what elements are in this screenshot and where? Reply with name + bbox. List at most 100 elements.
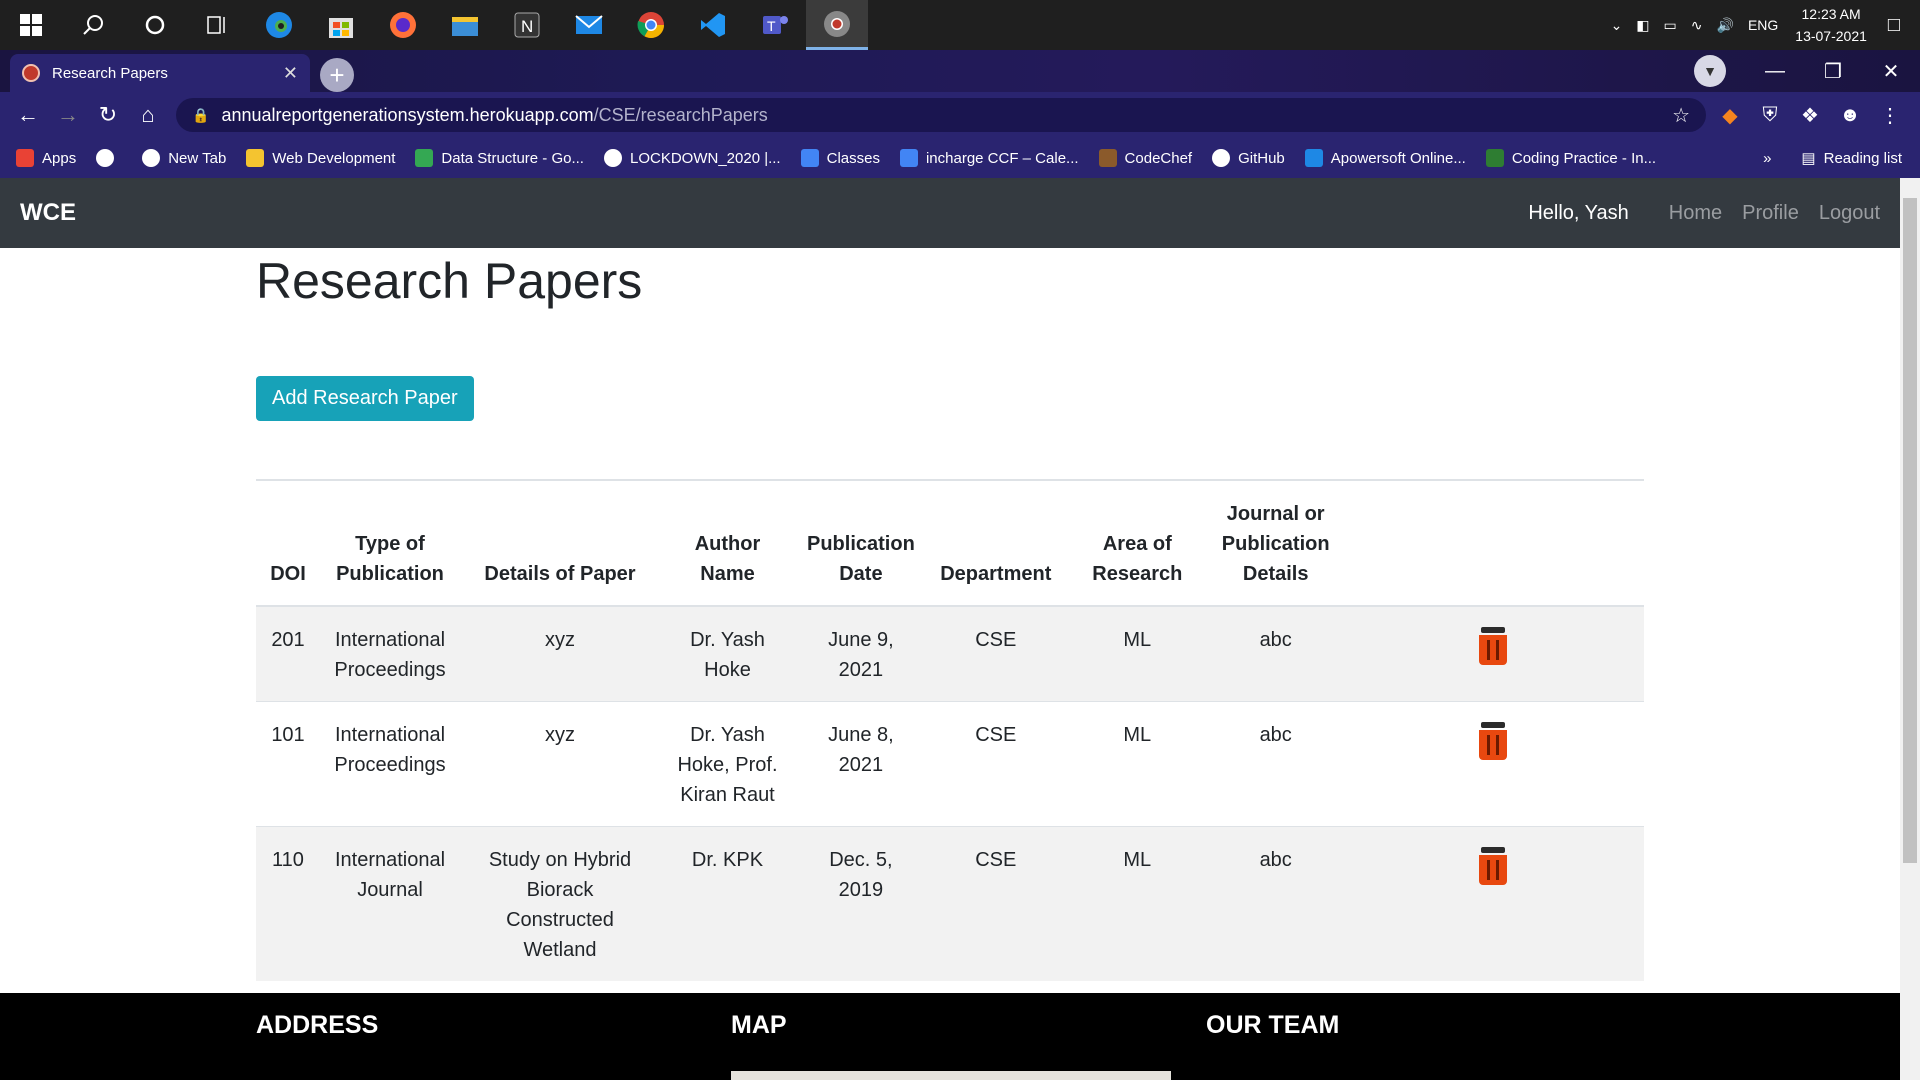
teams-icon[interactable]: T <box>744 0 806 50</box>
bookmark-label: Coding Practice - In... <box>1511 149 1657 167</box>
browser-tab-strip: Research Papers ✕ + ▼ — ❐ ✕ <box>0 50 1920 92</box>
extension-icons: ◆ ⛨ ❖ ☻ ⋮ <box>1710 92 1910 138</box>
notification-icon[interactable]: □ <box>1888 14 1900 37</box>
search-icon[interactable] <box>62 0 124 50</box>
profile-menu-icon[interactable]: ▼ <box>1694 55 1726 87</box>
bookmark-item[interactable] <box>96 149 122 167</box>
volume-icon[interactable]: 🔊 <box>1717 17 1734 34</box>
browser-tab[interactable]: Research Papers ✕ <box>10 54 310 92</box>
device-icon[interactable]: ◧ <box>1636 17 1649 34</box>
bookmark-item[interactable]: GitHub <box>1212 149 1285 167</box>
shield-icon[interactable]: ⛨ <box>1750 104 1790 127</box>
table-header-row: DOI Type of Publication Details of Paper… <box>256 480 1644 607</box>
firefox-icon[interactable] <box>372 0 434 50</box>
delete-trash-icon[interactable] <box>1478 722 1507 760</box>
cell-type: International Proceedings <box>320 701 460 827</box>
bookmark-icon <box>800 149 819 167</box>
map-embed[interactable] <box>731 1071 1171 1080</box>
bookmark-item[interactable]: Web Development <box>246 149 395 167</box>
kebab-menu-icon[interactable]: ⋮ <box>1870 103 1910 128</box>
battery-icon[interactable]: ▭ <box>1664 17 1677 34</box>
cortana-icon[interactable] <box>124 0 186 50</box>
url-path: /CSE/researchPapers <box>593 104 768 125</box>
cell-actions <box>1341 605 1644 702</box>
bookmark-item[interactable]: incharge CCF – Cale... <box>899 149 1079 167</box>
edge-icon[interactable] <box>248 0 310 50</box>
bookmarks-right: » ▤ Reading list <box>1763 138 1902 178</box>
task-view-icon[interactable] <box>186 0 248 50</box>
nav-logout-link[interactable]: Logout <box>1819 202 1880 225</box>
bookmark-item[interactable]: Apowersoft Online... <box>1304 149 1466 167</box>
file-explorer-icon[interactable] <box>434 0 496 50</box>
bookmark-icon <box>96 149 115 167</box>
scrollbar-thumb[interactable] <box>1903 198 1917 863</box>
add-research-paper-button[interactable]: Add Research Paper <box>256 376 474 421</box>
cell-details: Study on Hybrid Biorack Constructed Wetl… <box>460 826 660 981</box>
nav-right: Hello, Yash Home Profile Logout <box>1528 202 1880 225</box>
reading-list-button[interactable]: Reading list <box>1824 150 1902 167</box>
bookmark-item[interactable]: CodeChef <box>1098 149 1192 167</box>
close-tab-icon[interactable]: ✕ <box>283 63 298 84</box>
bookmark-item[interactable]: Classes <box>800 149 880 167</box>
chrome-dev-icon[interactable] <box>806 0 868 50</box>
wifi-icon[interactable]: ∿ <box>1691 17 1703 34</box>
bookmark-label: Classes <box>826 149 880 167</box>
bookmark-item[interactable]: New Tab <box>142 149 226 167</box>
bookmark-label: Data Structure - Go... <box>441 149 584 167</box>
back-icon[interactable]: ← <box>8 102 48 128</box>
puzzle-icon[interactable]: ❖ <box>1790 103 1830 128</box>
lock-icon[interactable]: 🔒 <box>192 107 209 124</box>
language-indicator[interactable]: ENG <box>1748 17 1778 33</box>
bookmark-item[interactable]: LOCKDOWN_2020 |... <box>603 149 781 167</box>
notion-icon[interactable]: N <box>496 0 558 50</box>
close-window-icon[interactable]: ✕ <box>1862 59 1920 84</box>
cell-department: CSE <box>926 826 1065 981</box>
cell-department: CSE <box>926 701 1065 827</box>
mail-icon[interactable] <box>558 0 620 50</box>
clock[interactable]: 12:23 AM 13-07-2021 <box>1795 3 1867 47</box>
avatar[interactable]: ☻ <box>1830 104 1870 127</box>
cell-area: ML <box>1064 605 1210 702</box>
cell-doi: 110 <box>256 826 320 981</box>
footer-map-heading: MAP <box>731 1011 787 1039</box>
minimize-icon[interactable]: — <box>1746 60 1804 83</box>
vscode-icon[interactable] <box>682 0 744 50</box>
bookmark-icon <box>899 149 918 167</box>
address-bar[interactable]: 🔒 annualreportgenerationsystem.herokuapp… <box>176 98 1706 132</box>
chrome-icon[interactable] <box>620 0 682 50</box>
bookmark-label: incharge CCF – Cale... <box>925 149 1079 167</box>
brand-link[interactable]: WCE <box>20 199 76 227</box>
page-title: Research Papers <box>256 253 643 309</box>
more-bookmarks-icon[interactable]: » <box>1763 150 1771 167</box>
forward-icon[interactable]: → <box>48 102 88 128</box>
bookmark-item[interactable]: Coding Practice - In... <box>1485 149 1657 167</box>
bookmark-label: Web Development <box>272 149 396 167</box>
header-author: Author Name <box>660 480 795 607</box>
page-scrollbar[interactable] <box>1900 178 1920 1080</box>
restore-icon[interactable]: ❐ <box>1804 59 1862 84</box>
bookmark-item[interactable]: Data Structure - Go... <box>415 149 584 167</box>
bookmark-star-icon[interactable]: ☆ <box>1672 103 1690 128</box>
nav-profile-link[interactable]: Profile <box>1742 202 1799 225</box>
home-icon[interactable]: ⌂ <box>128 102 168 128</box>
chevron-up-icon[interactable]: ⌄ <box>1611 17 1623 34</box>
windows-start-icon[interactable] <box>0 0 62 50</box>
store-icon[interactable] <box>310 0 372 50</box>
header-type: Type of Publication <box>320 480 460 607</box>
delete-trash-icon[interactable] <box>1478 627 1507 665</box>
table-row: 110 International Journal Study on Hybrid … <box>256 826 1644 981</box>
reload-icon[interactable]: ↻ <box>88 102 128 128</box>
cell-area: ML <box>1064 826 1210 981</box>
metamask-icon[interactable]: ◆ <box>1710 103 1750 128</box>
cell-details: xyz <box>460 605 660 702</box>
svg-text:N: N <box>521 17 533 36</box>
favicon-icon <box>22 64 40 82</box>
nav-home-link[interactable]: Home <box>1669 202 1722 225</box>
reading-list-icon[interactable]: ▤ <box>1801 149 1815 167</box>
cell-journal: abc <box>1209 605 1342 702</box>
bookmark-icon <box>1098 149 1117 167</box>
new-tab-button[interactable]: + <box>320 58 354 92</box>
bookmark-item[interactable]: Apps <box>16 149 76 167</box>
delete-trash-icon[interactable] <box>1478 847 1507 885</box>
cell-area: ML <box>1064 701 1210 827</box>
